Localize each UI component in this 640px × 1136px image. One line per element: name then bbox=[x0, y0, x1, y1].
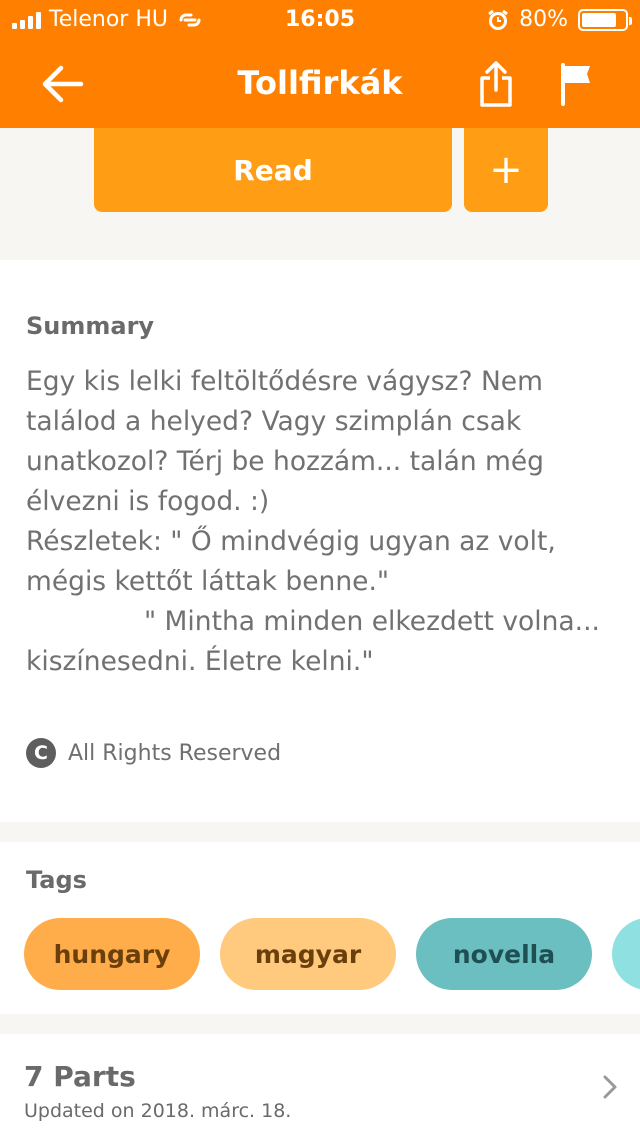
nav-bar: Tollfirkák bbox=[0, 40, 640, 128]
tag-chip[interactable]: hungary bbox=[24, 918, 200, 990]
summary-heading: Summary bbox=[26, 312, 155, 340]
parts-row[interactable]: 7 Parts Updated on 2018. márc. 18. bbox=[0, 1034, 640, 1136]
alarm-icon bbox=[488, 9, 508, 30]
parts-updated: Updated on 2018. márc. 18. bbox=[24, 1100, 292, 1122]
tag-chip[interactable]: novella bbox=[416, 918, 592, 990]
summary-text: Egy kis lelki feltöltődésre vágysz? Nem … bbox=[26, 366, 600, 677]
status-bar: Telenor HU 16:05 80% bbox=[0, 0, 640, 40]
page-title: Tollfirkák bbox=[237, 64, 403, 102]
tags-row: hungary magyar novella bbox=[24, 918, 640, 990]
tags-heading: Tags bbox=[26, 866, 87, 894]
battery-fill bbox=[582, 12, 616, 27]
tag-chip[interactable]: magyar bbox=[220, 918, 396, 990]
license-label: All Rights Reserved bbox=[68, 740, 282, 766]
share-icon bbox=[480, 61, 512, 107]
flag-icon bbox=[561, 63, 590, 106]
report-button[interactable] bbox=[550, 58, 602, 110]
read-button[interactable]: Read bbox=[94, 128, 452, 212]
parts-count: 7 Parts bbox=[24, 1060, 136, 1093]
tags-card: Tags hungary magyar novella bbox=[0, 842, 640, 1014]
summary-card: Summary Egy kis lelki feltöltődésre vágy… bbox=[0, 260, 640, 822]
action-area: Read + bbox=[0, 128, 640, 260]
status-right: 80% bbox=[487, 7, 632, 32]
battery-icon bbox=[578, 8, 632, 31]
add-to-library-button[interactable]: + bbox=[464, 128, 548, 212]
copyright-icon: C bbox=[26, 738, 56, 768]
tag-chip[interactable] bbox=[612, 918, 640, 990]
share-button[interactable] bbox=[470, 58, 522, 110]
chevron-right-icon bbox=[603, 1075, 617, 1099]
license-row: C All Rights Reserved bbox=[26, 738, 281, 768]
battery-percent: 80% bbox=[519, 7, 568, 32]
